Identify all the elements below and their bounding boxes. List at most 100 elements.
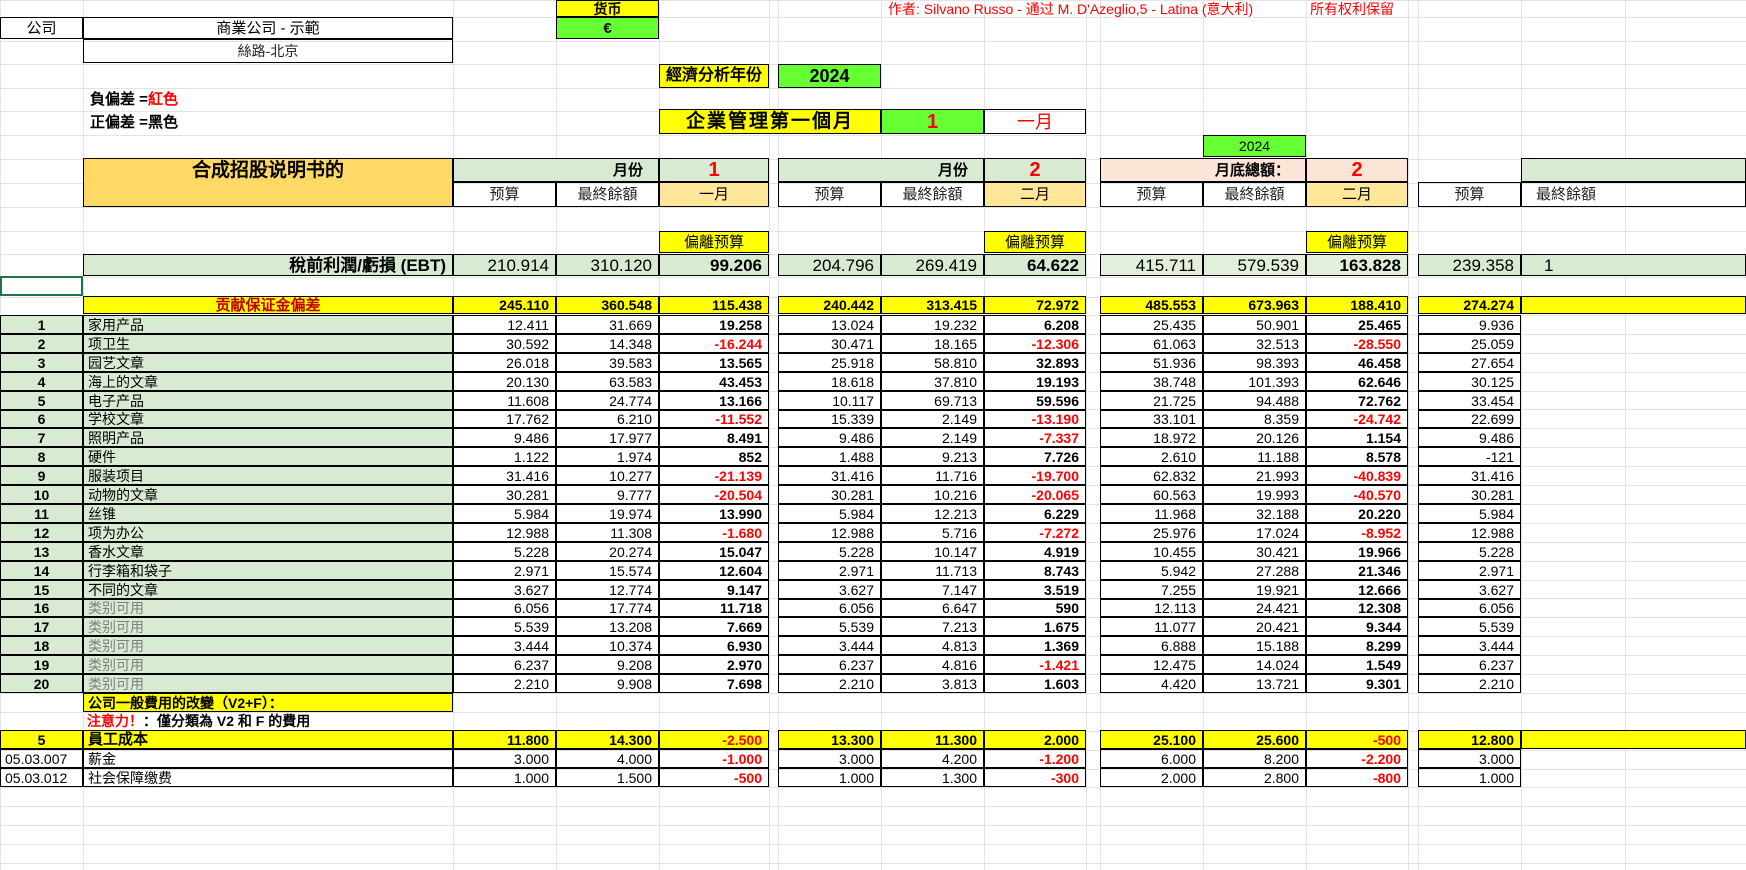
ebt-label: 稅前利潤/虧損 (EBT)	[83, 254, 453, 276]
category-number: 1	[0, 315, 83, 334]
company-address[interactable]: 絲路-北京	[83, 39, 453, 63]
ebt-final-partial: 1	[1521, 254, 1746, 276]
category-name[interactable]: 项为办公	[83, 523, 453, 542]
account-budget: 3.000	[778, 749, 881, 768]
category-name[interactable]: 服装项目	[83, 466, 453, 485]
month-number-3: 2	[1306, 158, 1408, 182]
account-deviation: -800	[1306, 768, 1408, 787]
category-number: 9	[0, 466, 83, 485]
company-label: 公司	[0, 17, 83, 39]
category-final: 17.024	[1203, 523, 1306, 542]
category-budget: 2.210	[778, 674, 881, 693]
category-name[interactable]: 类别可用	[83, 636, 453, 655]
category-name[interactable]: 家用产品	[83, 315, 453, 334]
category-budget: 3.627	[778, 580, 881, 599]
category-name[interactable]: 不同的文章	[83, 580, 453, 599]
category-budget: 60.563	[1100, 485, 1203, 504]
category-name[interactable]: 项卫生	[83, 334, 453, 353]
category-budget: 3.627	[453, 580, 556, 599]
col-budget-2: 预算	[778, 182, 881, 207]
category-budget: 61.063	[1100, 334, 1203, 353]
category-deviation: 43.453	[659, 372, 769, 391]
category-deviation: -7.337	[984, 428, 1086, 447]
account-budget: 3.000	[453, 749, 556, 768]
account-final: 4.200	[881, 749, 984, 768]
category-budget: 17.762	[453, 410, 556, 428]
contribution-final-1: 360.548	[556, 296, 659, 314]
col-month-name-3: 二月	[1306, 182, 1408, 207]
category-name[interactable]: 行李箱和袋子	[83, 561, 453, 580]
category-budget: 6.056	[453, 599, 556, 617]
category-name[interactable]: 照明产品	[83, 428, 453, 447]
category-deviation: 590	[984, 599, 1086, 617]
company-name[interactable]: 商業公司 - 示範	[83, 17, 453, 39]
category-number: 4	[0, 372, 83, 391]
category-deviation: 8.491	[659, 428, 769, 447]
category-deviation: 13.565	[659, 353, 769, 372]
col-final-3: 最終餘額	[1203, 182, 1306, 207]
category-name[interactable]: 硬件	[83, 447, 453, 466]
contribution-partial-2	[1521, 296, 1746, 314]
category-final: 20.421	[1203, 617, 1306, 636]
category-budget: 3.444	[453, 636, 556, 655]
account-budget: 2.000	[1100, 768, 1203, 787]
category-name[interactable]: 类别可用	[83, 655, 453, 674]
category-deviation: 62.646	[1306, 372, 1408, 391]
category-number: 3	[0, 353, 83, 372]
account-deviation: -500	[659, 768, 769, 787]
ebt-budget-1: 210.914	[453, 254, 556, 276]
category-name[interactable]: 香水文章	[83, 542, 453, 561]
col-budget-1: 预算	[453, 182, 556, 207]
category-name[interactable]: 类别可用	[83, 674, 453, 693]
first-month-name: 一月	[984, 109, 1086, 134]
category-name[interactable]: 动物的文章	[83, 485, 453, 504]
month-header-text-3: 月底總額：	[1214, 161, 1290, 179]
category-budget: 31.416	[453, 466, 556, 485]
category-name[interactable]: 学校文章	[83, 410, 453, 428]
category-budget-partial: 2.971	[1418, 561, 1521, 580]
category-budget-partial: 5.228	[1418, 542, 1521, 561]
account-name[interactable]: 社会保障缴费	[83, 768, 453, 787]
contribution-budget-3: 485.553	[1100, 296, 1203, 314]
negative-legend-value: 紅色	[147, 90, 178, 108]
ebt-budget-3: 415.711	[1100, 254, 1203, 276]
category-name[interactable]: 类别可用	[83, 599, 453, 617]
category-final: 31.669	[556, 315, 659, 334]
category-number: 2	[0, 334, 83, 353]
category-name[interactable]: 类别可用	[83, 617, 453, 636]
account-name[interactable]: 薪金	[83, 749, 453, 768]
category-deviation: 20.220	[1306, 504, 1408, 523]
category-budget-partial: 33.454	[1418, 391, 1521, 410]
category-final: 17.774	[556, 599, 659, 617]
category-name[interactable]: 电子产品	[83, 391, 453, 410]
category-budget: 6.056	[778, 599, 881, 617]
report-title: 合成招股说明书的	[83, 158, 453, 207]
category-name[interactable]: 园艺文章	[83, 353, 453, 372]
category-budget: 15.339	[778, 410, 881, 428]
category-budget-partial: 5.984	[1418, 504, 1521, 523]
category-number: 11	[0, 504, 83, 523]
contribution-budget-1: 245.110	[453, 296, 556, 314]
category-budget: 9.486	[453, 428, 556, 447]
category-deviation: 4.919	[984, 542, 1086, 561]
category-final: 32.188	[1203, 504, 1306, 523]
category-budget: 5.942	[1100, 561, 1203, 580]
category-budget: 4.420	[1100, 674, 1203, 693]
category-deviation: 12.604	[659, 561, 769, 580]
category-deviation: 21.346	[1306, 561, 1408, 580]
category-deviation: 19.258	[659, 315, 769, 334]
first-month-number[interactable]: 1	[881, 109, 984, 134]
analysis-year-value[interactable]: 2024	[778, 64, 881, 88]
category-deviation: 8.578	[1306, 447, 1408, 466]
col-final-1: 最終餘額	[556, 182, 659, 207]
category-final: 7.147	[881, 580, 984, 599]
account-deviation: -300	[984, 768, 1086, 787]
category-final: 5.716	[881, 523, 984, 542]
category-deviation: 19.966	[1306, 542, 1408, 561]
selected-cell[interactable]	[0, 276, 83, 296]
category-name[interactable]: 丝锥	[83, 504, 453, 523]
category-deviation: -40.839	[1306, 466, 1408, 485]
category-number: 10	[0, 485, 83, 504]
category-name[interactable]: 海上的文章	[83, 372, 453, 391]
currency-value[interactable]: €	[556, 17, 659, 39]
